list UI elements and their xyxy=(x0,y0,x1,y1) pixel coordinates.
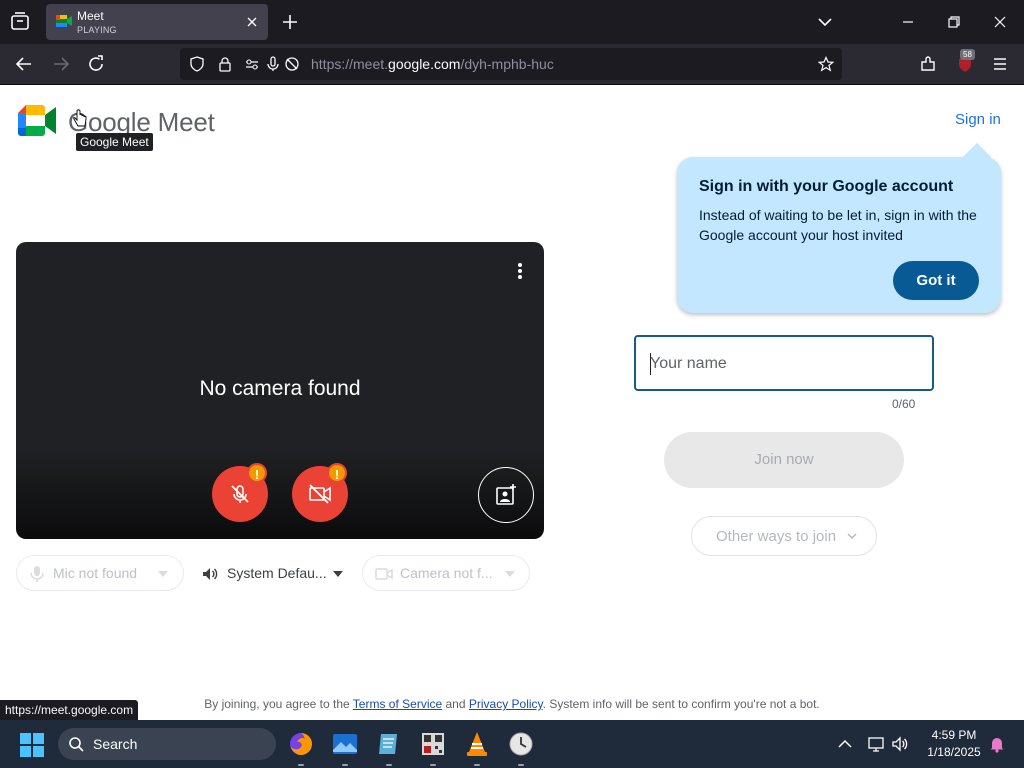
camera-toggle-button[interactable]: ! xyxy=(292,463,348,522)
meet-page: Google Meet Google Meet Sign in No camer… xyxy=(0,85,1024,720)
browser-titlebar: Meet PLAYING xyxy=(0,0,1024,44)
lock-icon[interactable] xyxy=(217,56,233,72)
new-tab-icon[interactable] xyxy=(280,12,300,32)
name-char-counter: 0/60 xyxy=(892,397,916,411)
effects-person-icon xyxy=(496,484,516,505)
taskbar-search[interactable]: Search xyxy=(58,728,276,760)
notepad-running-indicator xyxy=(386,764,392,766)
restore-icon[interactable] xyxy=(944,12,964,32)
minimize-icon[interactable] xyxy=(898,12,918,32)
tab-title: Meet xyxy=(77,9,104,23)
camera-warning-badge: ! xyxy=(327,463,347,483)
firefox-icon[interactable] xyxy=(287,730,315,758)
privacy-policy-link[interactable]: Privacy Policy xyxy=(469,697,543,711)
browser-navbar: https://meet.google.com/dyh-mphb-huc 58 xyxy=(0,44,1024,85)
tab-list-icon[interactable] xyxy=(8,10,32,34)
search-icon xyxy=(69,737,84,752)
chevron-down-icon xyxy=(505,571,515,577)
taskbar-date[interactable]: 1/18/2025 xyxy=(922,745,986,759)
close-tab-icon[interactable] xyxy=(244,14,260,30)
mic-warning-badge: ! xyxy=(247,463,267,483)
microphone-icon xyxy=(30,566,44,582)
windows-taskbar: Search 4:59 PM 1/18/2025 xyxy=(0,720,1024,768)
link-status-url: https://meet.google.com xyxy=(0,700,139,720)
back-icon[interactable] xyxy=(14,54,34,74)
tip-title: Sign in with your Google account xyxy=(699,178,954,195)
tip-body: Instead of waiting to be let in, sign in… xyxy=(699,207,977,243)
speaker-select[interactable]: System Defau... xyxy=(190,555,356,591)
camera-blocked-icon[interactable] xyxy=(284,56,300,72)
vlc-icon[interactable] xyxy=(463,730,491,758)
qr-tool-icon[interactable] xyxy=(419,730,447,758)
forward-icon[interactable] xyxy=(51,54,71,74)
microphone-permission-icon[interactable] xyxy=(265,56,281,72)
permissions-icon[interactable] xyxy=(244,56,260,72)
close-window-icon[interactable] xyxy=(990,12,1010,32)
mic-select[interactable]: Mic not found xyxy=(16,555,184,591)
list-all-tabs-chevron-icon[interactable] xyxy=(815,12,835,32)
chevron-down-icon xyxy=(847,533,857,540)
vlc-running-indicator xyxy=(474,764,480,766)
speaker-icon xyxy=(203,568,218,580)
taskbar-time[interactable]: 4:59 PM xyxy=(922,728,986,742)
photos-running-indicator xyxy=(342,764,348,766)
hand-cursor-icon xyxy=(73,109,87,127)
speaker-select-label: System Defau... xyxy=(227,565,327,581)
clock-app-running-indicator xyxy=(518,764,524,766)
join-now-button[interactable]: Join now xyxy=(664,432,904,488)
mic-off-icon xyxy=(231,485,249,503)
qr-tool-running-indicator xyxy=(430,764,436,766)
name-input[interactable] xyxy=(650,351,920,377)
name-field[interactable] xyxy=(634,335,934,391)
bookmark-star-icon[interactable] xyxy=(818,56,834,72)
network-icon[interactable] xyxy=(868,735,886,753)
url-bar[interactable]: https://meet.google.com/dyh-mphb-huc xyxy=(180,48,842,80)
mic-toggle-button[interactable]: ! xyxy=(212,463,268,522)
video-preview: No camera found ! ! xyxy=(16,242,544,539)
chevron-down-icon xyxy=(333,571,343,577)
camera-select-label: Camera not f... xyxy=(400,565,493,581)
mic-select-label: Mic not found xyxy=(53,565,138,581)
meet-favicon-icon xyxy=(56,15,72,27)
url-text[interactable]: https://meet.google.com/dyh-mphb-huc xyxy=(311,56,554,72)
sign-in-link[interactable]: Sign in xyxy=(955,111,1001,128)
other-ways-to-join-button[interactable]: Other ways to join xyxy=(691,516,877,556)
shield-icon[interactable] xyxy=(189,56,205,72)
windows-start-icon[interactable] xyxy=(20,733,44,757)
reload-icon[interactable] xyxy=(86,54,106,74)
firefox-running-indicator xyxy=(298,764,304,766)
menu-hamburger-icon[interactable] xyxy=(990,54,1010,74)
logo-tooltip: Google Meet xyxy=(76,133,153,151)
text-caret xyxy=(650,353,651,375)
camera-off-icon xyxy=(309,484,331,504)
photos-app-icon[interactable] xyxy=(331,730,359,758)
notification-bell-icon[interactable] xyxy=(988,735,1006,753)
extensions-icon[interactable] xyxy=(918,54,938,74)
more-options-icon[interactable] xyxy=(510,260,530,282)
clock-app-icon[interactable] xyxy=(507,730,535,758)
terms-of-service-link[interactable]: Terms of Service xyxy=(353,697,442,711)
chevron-down-icon xyxy=(158,571,168,577)
videocam-icon xyxy=(375,568,393,580)
search-label: Search xyxy=(93,736,138,752)
notepad-app-icon[interactable] xyxy=(375,730,403,758)
sign-in-tip-card: Sign in with your Google account Instead… xyxy=(677,142,1001,313)
other-ways-label: Other ways to join xyxy=(716,528,837,545)
tip-pointer xyxy=(962,142,992,172)
extension-count-badge: 58 xyxy=(960,49,975,60)
got-it-button[interactable]: Got it xyxy=(893,261,979,300)
camera-select[interactable]: Camera not f... xyxy=(362,555,530,591)
tab-playing-label: PLAYING xyxy=(77,25,117,35)
volume-icon[interactable] xyxy=(891,735,909,753)
no-camera-message: No camera found xyxy=(199,377,361,400)
google-meet-logo-icon[interactable] xyxy=(18,105,56,136)
legal-notice: By joining, you agree to the Terms of Se… xyxy=(204,697,820,711)
visual-effects-button[interactable] xyxy=(478,467,534,523)
tab-meet[interactable]: Meet PLAYING xyxy=(46,4,268,40)
chevron-up-icon[interactable] xyxy=(836,735,854,753)
